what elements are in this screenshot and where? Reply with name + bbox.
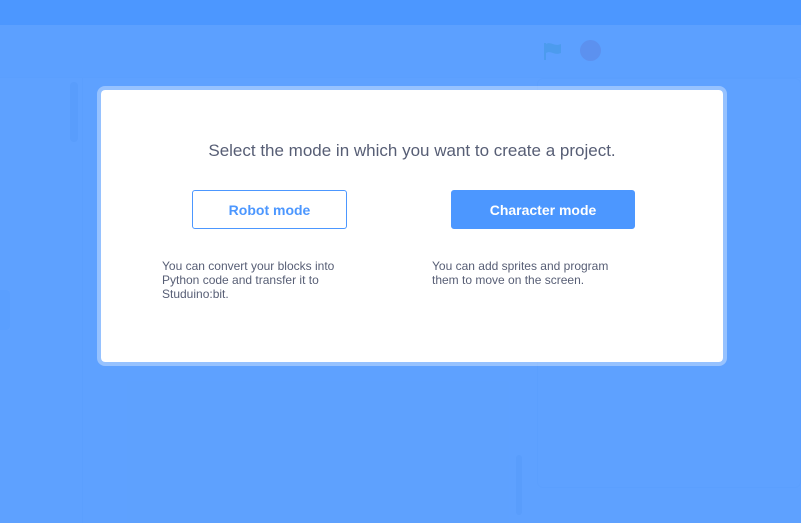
robot-mode-button[interactable]: Robot mode (192, 190, 347, 229)
character-mode-description: You can add sprites and program them to … (432, 259, 609, 287)
mode-select-modal: Select the mode in which you want to cre… (97, 86, 727, 366)
robot-mode-description: You can convert your blocks into Python … (162, 259, 335, 301)
modal-title: Select the mode in which you want to cre… (208, 141, 616, 160)
modal-body: Select the mode in which you want to cre… (101, 90, 723, 362)
character-mode-button[interactable]: Character mode (451, 190, 635, 229)
